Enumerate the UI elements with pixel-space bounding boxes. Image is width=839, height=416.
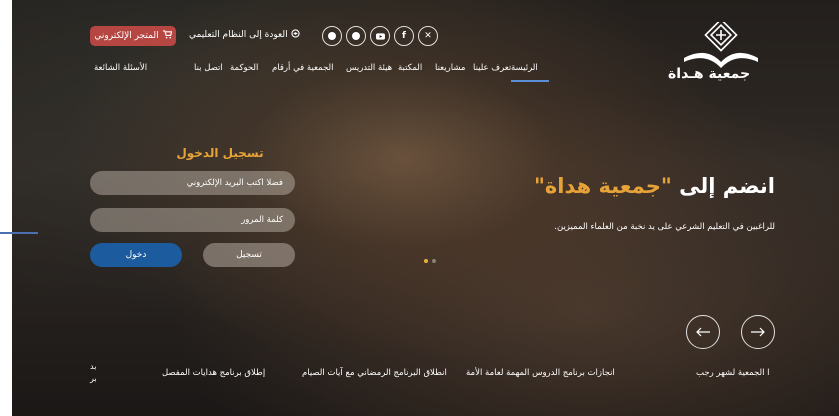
slider-dots — [424, 259, 436, 263]
store-button[interactable]: المتجر الإلكتروني — [90, 26, 176, 46]
youtube-icon[interactable] — [370, 26, 390, 46]
logo-text: جمعية هـداة — [668, 66, 751, 82]
nav-item-about[interactable]: تعرف علينا — [473, 63, 511, 73]
nav-item-statistics[interactable]: الجمعية في أرقام — [272, 63, 334, 73]
email-field[interactable]: فضلا اكتب البريد الإلكتروني — [90, 171, 295, 195]
store-label: المتجر الإلكتروني — [94, 31, 159, 41]
nav-item-faculty[interactable]: هيئة التدريس — [346, 63, 392, 73]
register-button[interactable]: تسجيل — [203, 243, 295, 267]
login-button[interactable]: دخول — [90, 243, 182, 267]
whatsapp-icon[interactable] — [322, 26, 342, 46]
graduation-cap-icon — [291, 29, 300, 41]
news-item[interactable]: إطلاق برنامج هدايات المفصل — [162, 368, 265, 378]
nav-item-home[interactable]: الرئيسة — [511, 63, 538, 73]
cart-icon — [162, 30, 172, 42]
hero-title-prefix: انضم إلى — [679, 174, 775, 198]
edge-marker — [0, 232, 38, 234]
back-link-label: العودة إلى النظام التعليمي — [189, 30, 288, 40]
slider-dot[interactable] — [432, 259, 436, 263]
news-fragment: بر — [90, 374, 97, 383]
arrow-left-icon[interactable] — [686, 315, 720, 349]
nav-active-indicator — [511, 80, 549, 82]
x-icon[interactable]: ✕ — [418, 26, 438, 46]
nav-item-faq[interactable]: الأسئلة الشائعة — [94, 63, 147, 73]
hero-subtitle: للراغبين في التعليم الشرعي على يد نخبة م… — [554, 222, 775, 232]
main-nav: الرئيسة تعرف علينا مشاريعنا المكتبة هيئة… — [90, 63, 550, 83]
news-item[interactable]: انطلاق البرنامج الرمضاني مع آيات الصيام — [302, 368, 447, 378]
facebook-icon[interactable]: f — [394, 26, 414, 46]
hero-title: انضم إلى "جمعية هداة" — [534, 174, 775, 198]
news-item[interactable]: انجازات برنامج الدروس المهمة لعامة الأمة — [466, 368, 615, 378]
back-to-education-link[interactable]: العودة إلى النظام التعليمي — [189, 29, 300, 41]
nav-item-library[interactable]: المكتبة — [398, 63, 422, 73]
password-field[interactable]: كلمة المرور — [90, 208, 295, 232]
news-item[interactable]: ا الجمعية لشهر رجب — [696, 368, 770, 378]
hero-title-accent: "جمعية هداة" — [533, 174, 672, 198]
telegram-icon[interactable] — [346, 26, 366, 46]
slider-dot[interactable] — [424, 259, 428, 263]
nav-item-governance[interactable]: الحوكمة — [230, 63, 258, 73]
arrow-right-icon[interactable] — [741, 315, 775, 349]
social-links: f ✕ — [322, 26, 438, 46]
nav-item-contact[interactable]: اتصل بنا — [194, 63, 223, 73]
page-edge — [0, 0, 12, 416]
hero-background: المتجر الإلكتروني العودة إلى النظام التع… — [0, 0, 839, 416]
nav-item-projects[interactable]: مشاريعنا — [435, 63, 465, 73]
login-title: تسجيل الدخول — [176, 146, 264, 160]
news-fragment: بد — [90, 362, 97, 371]
